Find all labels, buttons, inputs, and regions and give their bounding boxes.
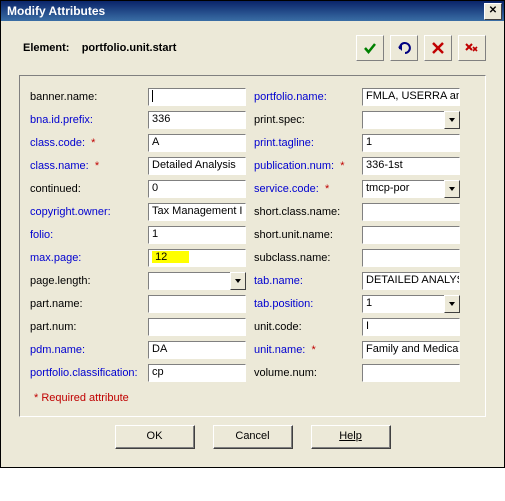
combo-print-spec[interactable] xyxy=(362,111,460,129)
combo-tab-position[interactable]: 1 xyxy=(362,295,460,313)
element-value: portfolio.unit.start xyxy=(82,42,177,54)
chevron-down-icon[interactable] xyxy=(444,111,460,129)
header-row: Element: portfolio.unit.start xyxy=(1,21,504,67)
element-path: Element: portfolio.unit.start xyxy=(23,42,176,54)
input-part-num[interactable] xyxy=(148,318,246,336)
input-banner-name[interactable] xyxy=(148,88,246,106)
label-part-name: part.name: xyxy=(30,298,140,310)
input-portfolio-classification[interactable]: cp xyxy=(148,364,246,382)
label-portfolio-name: portfolio.name: xyxy=(254,91,354,103)
chevron-down-icon[interactable] xyxy=(230,272,246,290)
input-copyright-owner[interactable]: Tax Management I xyxy=(148,203,246,221)
input-tab-name[interactable]: DETAILED ANALYSI xyxy=(362,272,460,290)
dialog-buttons: OK Cancel Help xyxy=(1,417,504,467)
input-short-class-name[interactable] xyxy=(362,203,460,221)
attributes-form: banner.name: portfolio.name: FMLA, USERR… xyxy=(19,75,486,417)
element-label: Element: xyxy=(23,42,69,54)
label-copyright-owner: copyright.owner: xyxy=(30,206,140,218)
modify-attributes-window: Modify Attributes ✕ Element: portfolio.u… xyxy=(0,0,505,468)
input-part-name[interactable] xyxy=(148,295,246,313)
label-short-unit-name: short.unit.name: xyxy=(254,229,354,241)
label-pdm-name: pdm.name: xyxy=(30,344,140,356)
input-publication-num[interactable]: 336-1st xyxy=(362,157,460,175)
delete-button[interactable] xyxy=(424,35,452,61)
label-unit-code: unit.code: xyxy=(254,321,354,333)
apply-button[interactable] xyxy=(356,35,384,61)
label-banner-name: banner.name: xyxy=(30,91,140,103)
input-folio[interactable]: 1 xyxy=(148,226,246,244)
label-part-num: part.num: xyxy=(30,321,140,333)
title-bar: Modify Attributes ✕ xyxy=(1,1,504,21)
label-tab-position: tab.position: xyxy=(254,298,354,310)
x-icon xyxy=(430,40,446,56)
input-class-name[interactable]: Detailed Analysis xyxy=(148,157,246,175)
input-subclass-name[interactable] xyxy=(362,249,460,267)
xx-icon xyxy=(464,40,480,56)
chevron-down-icon[interactable] xyxy=(444,295,460,313)
input-bna-id-prefix[interactable]: 336 xyxy=(148,111,246,129)
chevron-down-icon[interactable] xyxy=(444,180,460,198)
toolbar xyxy=(356,35,486,61)
label-portfolio-classification: portfolio.classification: xyxy=(30,367,140,379)
label-tab-name: tab.name: xyxy=(254,275,354,287)
input-max-page[interactable]: 12 xyxy=(148,249,246,267)
input-portfolio-name[interactable]: FMLA, USERRA and xyxy=(362,88,460,106)
input-unit-code[interactable]: I xyxy=(362,318,460,336)
input-pdm-name[interactable]: DA xyxy=(148,341,246,359)
close-icon[interactable]: ✕ xyxy=(484,3,502,20)
help-button[interactable]: Help xyxy=(311,425,391,449)
input-print-tagline[interactable]: 1 xyxy=(362,134,460,152)
check-icon xyxy=(362,40,378,56)
label-bna-id-prefix: bna.id.prefix: xyxy=(30,114,140,126)
input-volume-num[interactable] xyxy=(362,364,460,382)
label-volume-num: volume.num: xyxy=(254,367,354,379)
ok-button[interactable]: OK xyxy=(115,425,195,449)
combo-service-code[interactable]: tmcp-por xyxy=(362,180,460,198)
input-class-code[interactable]: A xyxy=(148,134,246,152)
combo-page-length[interactable] xyxy=(148,272,246,290)
label-class-code: class.code: * xyxy=(30,137,140,149)
label-short-class-name: short.class.name: xyxy=(254,206,354,218)
label-print-spec: print.spec: xyxy=(254,114,354,126)
window-title: Modify Attributes xyxy=(7,4,105,18)
label-print-tagline: print.tagline: xyxy=(254,137,354,149)
required-note: * Required attribute xyxy=(34,392,479,404)
input-unit-name[interactable]: Family and Medical xyxy=(362,341,460,359)
label-publication-num: publication.num: * xyxy=(254,160,354,172)
delete-all-button[interactable] xyxy=(458,35,486,61)
label-unit-name: unit.name: * xyxy=(254,344,354,356)
undo-icon xyxy=(396,40,412,56)
input-continued[interactable]: 0 xyxy=(148,180,246,198)
input-short-unit-name[interactable] xyxy=(362,226,460,244)
label-page-length: page.length: xyxy=(30,275,140,287)
label-folio: folio: xyxy=(30,229,140,241)
label-class-name: class.name: * xyxy=(30,160,140,172)
label-service-code: service.code: * xyxy=(254,183,354,195)
label-max-page: max.page: xyxy=(30,252,140,264)
undo-button[interactable] xyxy=(390,35,418,61)
label-subclass-name: subclass.name: xyxy=(254,252,354,264)
cancel-button[interactable]: Cancel xyxy=(213,425,293,449)
label-continued: continued: xyxy=(30,183,140,195)
